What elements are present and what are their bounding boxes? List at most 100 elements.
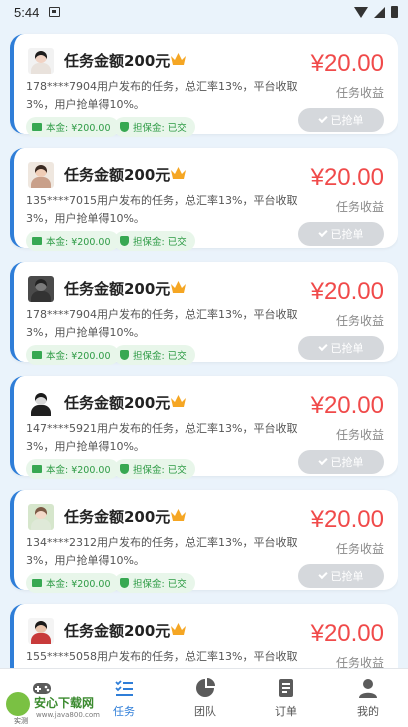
task-reward: ¥20.00 — [310, 164, 384, 191]
task-card[interactable]: 任务金额200元 178****7904用户发布的任务，总汇率13%，平台收取3%… — [10, 262, 398, 365]
deposit-tag: 担保金: 已交 — [114, 459, 195, 479]
task-card[interactable]: 任务金额200元 178****7904用户发布的任务，总汇率13%，平台收取3%… — [10, 34, 398, 137]
sim-card-icon — [49, 7, 61, 17]
task-title: 任务金额200元 — [64, 166, 171, 184]
tab-label: 任务 — [113, 705, 135, 718]
check-icon — [317, 455, 328, 466]
tab-label: 订单 — [275, 705, 297, 718]
grabbed-button[interactable]: 已抢单 — [298, 336, 384, 360]
deposit-text: 担保金: 已交 — [133, 351, 187, 362]
task-title: 任务金额200元 — [64, 280, 171, 298]
crown-icon — [170, 280, 187, 295]
task-card[interactable]: 任务金额200元 147****5921用户发布的任务，总汇率13%，平台收取3%… — [10, 376, 398, 479]
status-bar: 5:44 — [0, 0, 408, 24]
crown-icon — [170, 508, 187, 523]
task-reward: ¥20.00 — [310, 278, 384, 305]
principal-text: 本金: ¥200.00 — [46, 579, 111, 590]
watermark-logo-icon — [6, 692, 30, 716]
shield-icon — [120, 578, 129, 588]
order-icon — [275, 677, 297, 699]
task-description: 134****2312用户发布的任务，总汇率13%，平台收取3%，用户抢单得10… — [26, 536, 298, 567]
task-list-icon — [113, 677, 135, 699]
task-card[interactable]: 任务金额200元 134****2312用户发布的任务，总汇率13%，平台收取3%… — [10, 490, 398, 593]
task-title: 任务金额200元 — [64, 508, 171, 526]
reward-label: 任务收益 — [335, 542, 384, 556]
principal-tag: 本金: ¥200.00 — [26, 573, 119, 593]
principal-text: 本金: ¥200.00 — [46, 465, 111, 476]
tab-team[interactable]: 团队 — [175, 677, 235, 725]
task-card[interactable]: 任务金额200元 155****5058用户发布的任务，总汇率13%，平台收取3%… — [10, 604, 398, 668]
grabbed-button[interactable]: 已抢单 — [298, 108, 384, 132]
avatar — [28, 390, 54, 416]
tab-orders[interactable]: 订单 — [256, 677, 316, 725]
task-title: 任务金额200元 — [64, 622, 171, 640]
reward-label: 任务收益 — [335, 86, 384, 100]
watermark: 安心下载网 www.java800.com 实测 — [2, 690, 114, 725]
grabbed-button[interactable]: 已抢单 — [298, 564, 384, 588]
grabbed-button[interactable]: 已抢单 — [298, 222, 384, 246]
deposit-tag: 担保金: 已交 — [114, 117, 195, 137]
tab-me[interactable]: 我的 — [338, 677, 398, 725]
grabbed-label: 已抢单 — [330, 456, 364, 469]
deposit-text: 担保金: 已交 — [133, 465, 187, 476]
task-reward: ¥20.00 — [310, 506, 384, 533]
crown-icon — [170, 52, 187, 67]
grabbed-label: 已抢单 — [330, 570, 364, 583]
reward-label: 任务收益 — [335, 656, 384, 668]
principal-tag: 本金: ¥200.00 — [26, 231, 119, 251]
user-icon — [357, 677, 379, 699]
grabbed-button[interactable]: 已抢单 — [298, 450, 384, 474]
task-description: 178****7904用户发布的任务，总汇率13%，平台收取3%，用户抢单得10… — [26, 308, 298, 339]
task-description: 178****7904用户发布的任务，总汇率13%，平台收取3%，用户抢单得10… — [26, 80, 298, 111]
deposit-text: 担保金: 已交 — [133, 123, 187, 134]
cash-icon — [32, 351, 42, 359]
avatar — [28, 162, 54, 188]
battery-icon — [391, 6, 398, 18]
principal-tag: 本金: ¥200.00 — [26, 345, 119, 365]
crown-icon — [170, 622, 187, 637]
cash-icon — [32, 465, 42, 473]
task-description: 147****5921用户发布的任务，总汇率13%，平台收取3%，用户抢单得10… — [26, 422, 298, 453]
task-reward: ¥20.00 — [310, 392, 384, 419]
deposit-text: 担保金: 已交 — [133, 237, 187, 248]
avatar — [28, 48, 54, 74]
crown-icon — [170, 166, 187, 181]
avatar — [28, 504, 54, 530]
watermark-name: 安心下载网 — [34, 696, 95, 710]
tab-label: 我的 — [357, 705, 379, 718]
shield-icon — [120, 464, 129, 474]
tab-label: 团队 — [194, 705, 216, 718]
grabbed-label: 已抢单 — [330, 228, 364, 241]
task-description: 135****7015用户发布的任务，总汇率13%，平台收取3%，用户抢单得10… — [26, 194, 298, 225]
status-icons — [354, 6, 398, 18]
deposit-tag: 担保金: 已交 — [114, 573, 195, 593]
check-icon — [317, 227, 328, 238]
shield-icon — [120, 236, 129, 246]
cash-icon — [32, 123, 42, 131]
crown-icon — [170, 394, 187, 409]
task-card[interactable]: 任务金额200元 135****7015用户发布的任务，总汇率13%，平台收取3%… — [10, 148, 398, 251]
watermark-url: www.java800.com — [36, 711, 100, 719]
principal-tag: 本金: ¥200.00 — [26, 117, 119, 137]
deposit-tag: 担保金: 已交 — [114, 345, 195, 365]
status-time: 5:44 — [14, 4, 40, 20]
watermark-badge: 实测 — [14, 717, 28, 725]
task-title: 任务金额200元 — [64, 394, 171, 412]
shield-icon — [120, 122, 129, 132]
task-title: 任务金额200元 — [64, 52, 171, 70]
grabbed-label: 已抢单 — [330, 114, 364, 127]
reward-label: 任务收益 — [335, 428, 384, 442]
reward-label: 任务收益 — [335, 314, 384, 328]
task-reward: ¥20.00 — [310, 620, 384, 647]
principal-text: 本金: ¥200.00 — [46, 123, 111, 134]
pie-chart-icon — [194, 677, 216, 699]
check-icon — [317, 113, 328, 124]
task-list[interactable]: 任务金额200元 178****7904用户发布的任务，总汇率13%，平台收取3%… — [10, 24, 398, 668]
cash-icon — [32, 579, 42, 587]
check-icon — [317, 569, 328, 580]
reward-label: 任务收益 — [335, 200, 384, 214]
grabbed-label: 已抢单 — [330, 342, 364, 355]
check-icon — [317, 341, 328, 352]
deposit-text: 担保金: 已交 — [133, 579, 187, 590]
wifi-icon — [354, 6, 368, 18]
